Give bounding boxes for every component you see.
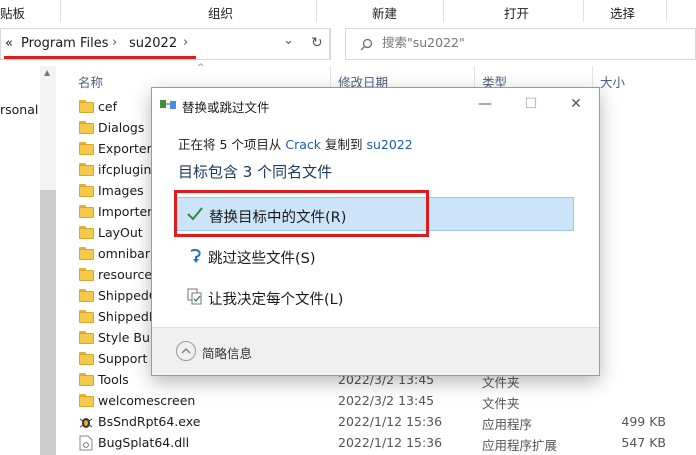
decide-each-file-label: 让我决定每个文件(L) (208, 292, 344, 308)
ribbon-divider (316, 0, 317, 22)
overflow-chevron-icon[interactable]: « (5, 36, 13, 51)
ribbon-divider (60, 0, 61, 22)
bug-app-icon (79, 418, 93, 428)
decide-each-file-option[interactable]: 让我决定每个文件(L) (176, 280, 574, 314)
dialog-footer: 简略信息 (152, 327, 599, 375)
file-name: omnibar (98, 246, 150, 261)
subtitle-text: 正在将 5 个项目从 (178, 137, 286, 152)
folder-icon (79, 373, 94, 386)
file-type: 应用程序扩展 (482, 438, 558, 453)
dialog-title: 替换或跳过文件 (182, 100, 270, 115)
folder-icon (79, 100, 94, 113)
ribbon-divider (443, 0, 444, 22)
skip-files-label: 跳过这些文件(S) (208, 251, 316, 267)
file-row[interactable]: BugSplat64.dll 2022/1/12 15:36 应用程序扩展 547 K… (74, 433, 696, 454)
folder-icon (79, 289, 94, 302)
folder-icon (79, 352, 94, 365)
folder-icon (79, 310, 94, 323)
minimize-button[interactable]: — (462, 88, 508, 120)
destination-folder-link[interactable]: su2022 (366, 137, 412, 152)
file-name: Importers (98, 204, 159, 219)
file-size: 499 KB (621, 414, 666, 429)
file-date: 2022/1/12 15:36 (338, 414, 443, 429)
dialog-heading: 目标包含 3 个同名文件 (178, 163, 333, 181)
refresh-icon: ↻ (311, 35, 323, 51)
dll-file-icon (79, 435, 93, 451)
search-box[interactable] (345, 28, 696, 60)
file-name: cef (98, 99, 117, 114)
ribbon-group-clipboard: 贴板 (0, 6, 26, 21)
file-size: 547 KB (621, 435, 666, 450)
file-name: Images (98, 183, 144, 198)
folder-icon (79, 247, 94, 260)
subtitle-text: 复制到 (321, 137, 367, 152)
annotation-underline (4, 56, 196, 59)
column-header-size[interactable]: 大小 (600, 72, 625, 91)
annotation-highlight-box (174, 190, 429, 237)
file-name: Style Buil (98, 330, 157, 345)
fewer-details-label[interactable]: 简略信息 (202, 343, 252, 362)
close-button[interactable]: ✕ (553, 88, 599, 120)
ribbon-group-open: 打开 (504, 6, 530, 21)
breadcrumb-separator-icon[interactable]: › (183, 35, 188, 50)
folder-icon (79, 142, 94, 155)
breadcrumb-program-files[interactable]: Program Files (21, 36, 109, 51)
file-name: Support (98, 351, 148, 366)
details-toggle-button[interactable] (176, 341, 196, 361)
skip-arrow-icon (190, 248, 201, 263)
scroll-up-icon[interactable]: ▲ (44, 68, 50, 77)
ribbon-group-labels: 贴板 组织 新建 打开 选择 (0, 0, 696, 22)
ribbon-group-select: 选择 (610, 6, 636, 21)
file-name: Dialogs (98, 120, 145, 135)
folder-icon (79, 331, 94, 344)
refresh-button[interactable]: ↻ (303, 28, 331, 60)
nav-scrollbar-thumb[interactable] (40, 190, 56, 455)
address-dropdown-icon[interactable]: ⌄ (283, 33, 294, 48)
file-name: Exporters (98, 141, 159, 156)
search-icon (360, 38, 373, 51)
search-input[interactable] (382, 35, 682, 50)
ribbon-group-organize: 组织 (208, 6, 234, 21)
breadcrumb-separator-icon[interactable]: › (112, 35, 117, 50)
file-name: BugSplat64.dll (98, 435, 190, 450)
folder-icon (79, 268, 94, 281)
folder-icon (79, 394, 94, 407)
folder-icon (79, 205, 94, 218)
file-date: 2022/1/12 15:36 (338, 435, 443, 450)
file-name: BsSndRpt64.exe (98, 414, 201, 429)
folder-icon (79, 163, 94, 176)
nav-item-personal[interactable]: rsonal (0, 102, 38, 117)
folder-icon (79, 184, 94, 197)
ribbon-group-new: 新建 (372, 6, 398, 21)
column-header-name[interactable]: 名称 (78, 72, 103, 91)
file-name: welcomescreen (98, 393, 196, 408)
file-name: Tools (98, 372, 129, 387)
file-name: ifcplugin (98, 162, 152, 177)
file-name: LayOut (98, 225, 143, 240)
file-row[interactable]: BsSndRpt64.exe 2022/1/12 15:36 应用程序 499 KB (74, 412, 696, 433)
folder-icon (79, 121, 94, 134)
source-folder-link[interactable]: Crack (285, 137, 321, 152)
file-date: 2022/3/2 13:45 (338, 393, 435, 408)
file-name: ShippedC (98, 288, 158, 303)
file-name: resources (98, 267, 159, 282)
ribbon-divider (666, 0, 667, 22)
file-type: 文件夹 (482, 396, 520, 411)
maximize-button[interactable]: ☐ (508, 88, 554, 120)
chevron-up-icon (181, 348, 191, 354)
file-type: 应用程序 (482, 417, 533, 432)
compare-files-icon (187, 288, 202, 305)
dialog-subtitle: 正在将 5 个项目从 Crack 复制到 su2022 (178, 134, 413, 153)
dialog-titlebar[interactable]: 替换或跳过文件 — ☐ ✕ (152, 88, 599, 120)
copy-transfer-icon (160, 100, 176, 109)
sort-up-icon: ^ (197, 63, 205, 73)
folder-icon (79, 226, 94, 239)
ribbon-divider (583, 0, 584, 22)
skip-files-option[interactable]: 跳过这些文件(S) (176, 239, 574, 273)
file-name: ShippedE (98, 309, 157, 324)
breadcrumb-su2022[interactable]: su2022 (129, 36, 177, 51)
file-row[interactable]: welcomescreen 2022/3/2 13:45 文件夹 (74, 391, 696, 412)
